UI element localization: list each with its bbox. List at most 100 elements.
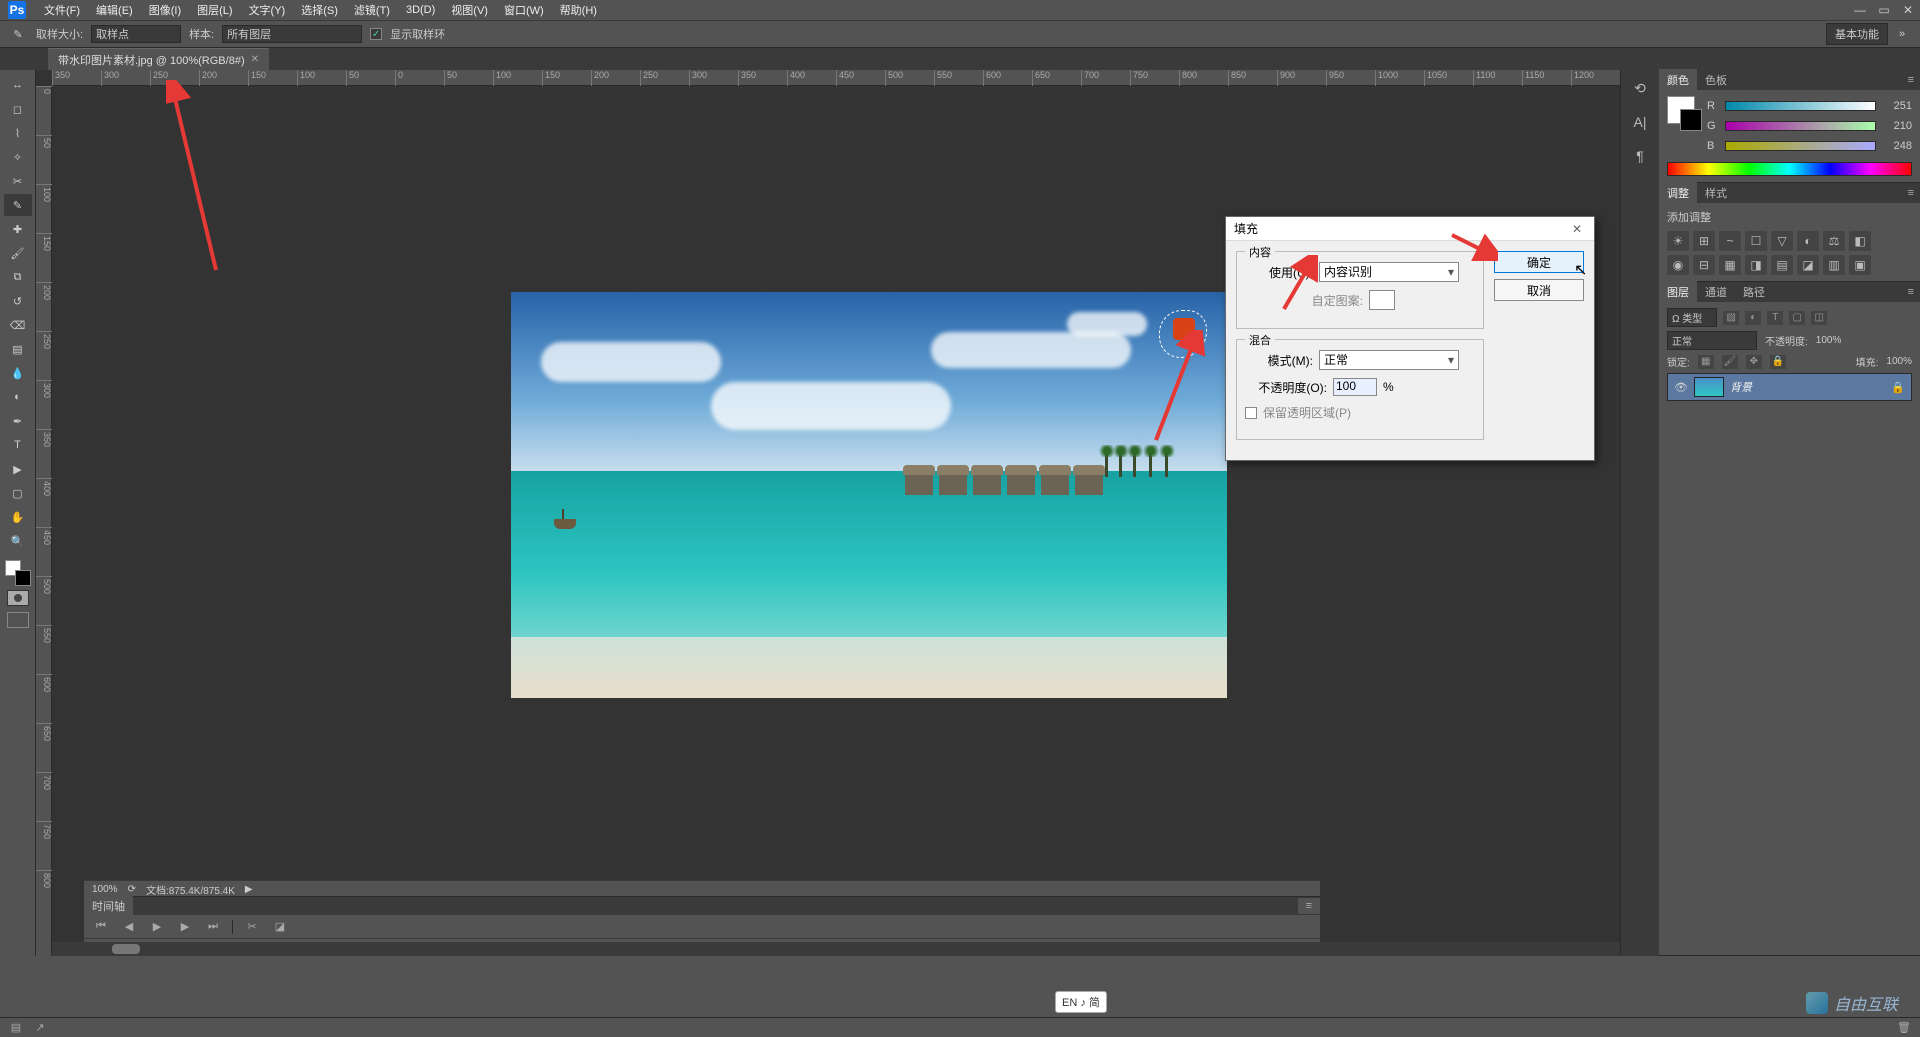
- filter-shape-icon[interactable]: ▢: [1789, 311, 1805, 325]
- ime-indicator[interactable]: EN ♪ 简: [1055, 991, 1107, 1013]
- document-canvas[interactable]: [511, 292, 1227, 698]
- filter-type-icon[interactable]: T: [1767, 311, 1783, 325]
- healing-brush-tool[interactable]: ✚: [4, 218, 32, 240]
- sample-size-select[interactable]: 取样点: [91, 25, 181, 43]
- layer-row[interactable]: 👁 背景 🔒: [1668, 374, 1911, 400]
- workspace-menu-icon[interactable]: »: [1892, 24, 1912, 44]
- lock-all-icon[interactable]: 🔒: [1770, 355, 1786, 369]
- fg-bg-swatch[interactable]: [1667, 96, 1695, 124]
- character-panel-icon[interactable]: A|: [1628, 110, 1652, 134]
- tl-next[interactable]: ▶: [176, 919, 194, 935]
- zoom-value[interactable]: 100%: [92, 884, 118, 895]
- lasso-tool[interactable]: ⌇: [4, 122, 32, 144]
- layers-menu-icon[interactable]: ≡: [1902, 286, 1920, 298]
- b-slider[interactable]: [1725, 141, 1876, 151]
- canvas-area[interactable]: 3503002502001501005005010015020025030035…: [36, 70, 1620, 956]
- adj-posterize-icon[interactable]: ▤: [1771, 255, 1793, 275]
- adj-color-balance-icon[interactable]: ⚖: [1823, 231, 1845, 251]
- tab-color[interactable]: 颜色: [1659, 69, 1697, 91]
- opacity-input[interactable]: 100: [1333, 378, 1377, 396]
- visibility-toggle-icon[interactable]: 👁: [1674, 380, 1688, 394]
- canvas-scrollbar[interactable]: [52, 942, 1620, 956]
- tl-first[interactable]: ⏮: [92, 919, 110, 935]
- g-value[interactable]: 210: [1882, 120, 1912, 132]
- shape-tool[interactable]: ▢: [4, 482, 32, 504]
- sample-select[interactable]: 所有图层: [222, 25, 362, 43]
- r-value[interactable]: 251: [1882, 100, 1912, 112]
- mode-select[interactable]: 正常: [1319, 350, 1459, 370]
- g-slider[interactable]: [1725, 121, 1876, 131]
- tl-cut-icon[interactable]: ✂: [243, 919, 261, 935]
- filter-pixel-icon[interactable]: ▧: [1723, 311, 1739, 325]
- menu-image[interactable]: 图像(I): [141, 0, 189, 21]
- adj-lookup-icon[interactable]: ▦: [1719, 255, 1741, 275]
- brush-tool[interactable]: 🖌: [4, 242, 32, 264]
- paragraph-panel-icon[interactable]: ¶: [1628, 144, 1652, 168]
- color-swap[interactable]: [5, 560, 31, 586]
- b-value[interactable]: 248: [1882, 140, 1912, 152]
- screen-mode-toggle[interactable]: [7, 612, 29, 628]
- menu-view[interactable]: 视图(V): [443, 0, 496, 21]
- adj-gradient-map-icon[interactable]: ▥: [1823, 255, 1845, 275]
- tab-paths[interactable]: 路径: [1735, 281, 1773, 303]
- lock-paint-icon[interactable]: 🖌: [1722, 355, 1738, 369]
- tl-play[interactable]: ▶: [148, 919, 166, 935]
- tab-styles[interactable]: 样式: [1697, 182, 1735, 204]
- menu-window[interactable]: 窗口(W): [496, 0, 552, 21]
- crop-tool[interactable]: ✂: [4, 170, 32, 192]
- dialog-close-button[interactable]: ✕: [1568, 220, 1586, 238]
- layer-name[interactable]: 背景: [1730, 379, 1752, 395]
- eraser-tool[interactable]: ⌫: [4, 314, 32, 336]
- adj-hue-icon[interactable]: ◐: [1797, 231, 1819, 251]
- r-slider[interactable]: [1725, 101, 1876, 111]
- zoom-tool[interactable]: 🔍: [4, 530, 32, 552]
- clone-stamp-tool[interactable]: ⧉: [4, 266, 32, 288]
- zoom-icon[interactable]: ⟳: [128, 884, 136, 895]
- dodge-tool[interactable]: ◐: [4, 386, 32, 408]
- adj-invert-icon[interactable]: ◨: [1745, 255, 1767, 275]
- tab-swatches[interactable]: 色板: [1697, 69, 1735, 91]
- lock-trans-icon[interactable]: ▦: [1698, 355, 1714, 369]
- tab-layers[interactable]: 图层: [1659, 281, 1697, 303]
- minimize-button[interactable]: —: [1848, 1, 1872, 19]
- cancel-button[interactable]: 取消: [1494, 279, 1584, 301]
- layer-thumbnail[interactable]: [1694, 377, 1724, 397]
- history-panel-icon[interactable]: ⟲: [1628, 76, 1652, 100]
- adj-threshold-icon[interactable]: ◪: [1797, 255, 1819, 275]
- type-tool[interactable]: T: [4, 434, 32, 456]
- opacity-value[interactable]: 100%: [1816, 335, 1842, 346]
- timeline-menu-icon[interactable]: ≡: [1298, 898, 1320, 914]
- quick-select-tool[interactable]: ✧: [4, 146, 32, 168]
- tab-channels[interactable]: 通道: [1697, 281, 1735, 303]
- tab-adjustments[interactable]: 调整: [1659, 182, 1697, 204]
- footer-trash-icon[interactable]: 🗑: [1896, 1021, 1912, 1035]
- menu-layer[interactable]: 图层(L): [189, 0, 240, 21]
- mini-bridge-icon[interactable]: ▤: [8, 1021, 24, 1035]
- hand-tool[interactable]: ✋: [4, 506, 32, 528]
- blur-tool[interactable]: 💧: [4, 362, 32, 384]
- tl-transition-icon[interactable]: ◪: [271, 919, 289, 935]
- status-arrow-icon[interactable]: ▶: [245, 884, 253, 895]
- adj-bw-icon[interactable]: ◧: [1849, 231, 1871, 251]
- filter-smart-icon[interactable]: ◫: [1811, 311, 1827, 325]
- tl-prev[interactable]: ◀: [120, 919, 138, 935]
- use-select[interactable]: 内容识别: [1319, 262, 1459, 282]
- move-tool[interactable]: ↔: [4, 74, 32, 96]
- pen-tool[interactable]: ✒: [4, 410, 32, 432]
- adj-curves-icon[interactable]: ~: [1719, 231, 1741, 251]
- preserve-trans-checkbox[interactable]: [1245, 407, 1257, 419]
- adj-channel-mixer-icon[interactable]: ⊟: [1693, 255, 1715, 275]
- adj-brightness-icon[interactable]: ☀: [1667, 231, 1689, 251]
- layer-filter-select[interactable]: Ω 类型: [1667, 308, 1717, 327]
- timeline-tab-label[interactable]: 时间轴: [84, 896, 133, 916]
- menu-3d[interactable]: 3D(D): [398, 1, 443, 19]
- document-tab[interactable]: 带水印图片素材.jpg @ 100%(RGB/8#) ✕: [48, 48, 269, 71]
- path-select-tool[interactable]: ▶: [4, 458, 32, 480]
- menu-edit[interactable]: 编辑(E): [88, 0, 141, 21]
- color-spectrum[interactable]: [1667, 162, 1912, 176]
- lock-move-icon[interactable]: ✥: [1746, 355, 1762, 369]
- menu-type[interactable]: 文字(Y): [241, 0, 294, 21]
- menu-help[interactable]: 帮助(H): [552, 0, 605, 21]
- maximize-button[interactable]: ▭: [1872, 1, 1896, 19]
- adjustments-menu-icon[interactable]: ≡: [1902, 187, 1920, 199]
